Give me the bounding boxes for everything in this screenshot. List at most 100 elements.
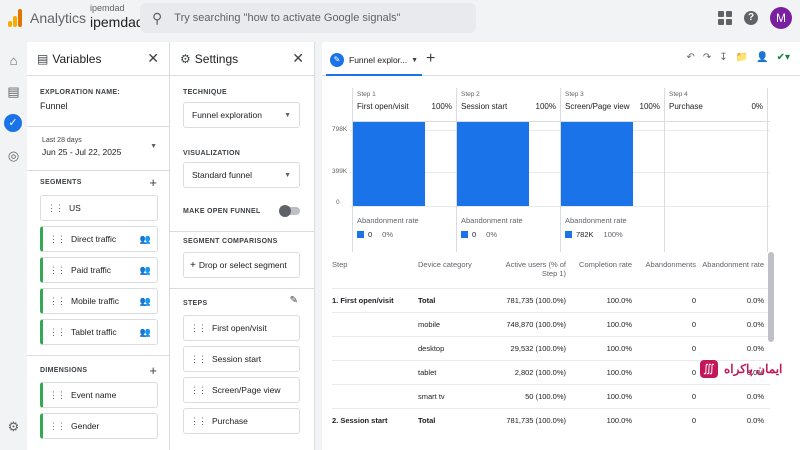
funnel-bar[interactable] [457, 122, 529, 206]
admin-gear-icon[interactable]: ⚙ [6, 419, 21, 434]
analytics-logo-icon[interactable] [8, 9, 22, 27]
drag-handle-icon[interactable]: ⋮⋮ [190, 385, 207, 396]
step-cell: 1. First open/visit [332, 287, 418, 312]
drag-handle-icon[interactable]: ⋮⋮ [190, 323, 207, 334]
table-scrollbar[interactable] [768, 252, 774, 342]
edit-pencil-icon[interactable]: ✎ [290, 295, 298, 306]
reports-icon[interactable]: ▤ [6, 84, 21, 99]
drag-handle-icon[interactable]: ⋮⋮ [49, 421, 66, 432]
add-tab-icon[interactable]: + [426, 50, 435, 68]
step-name: Purchase [669, 102, 703, 111]
close-icon[interactable]: ✕ [147, 50, 159, 67]
abandonments-cell: 0 [638, 359, 702, 384]
drag-handle-icon[interactable]: ⋮⋮ [49, 390, 66, 401]
canvas-toolbar: ↶ ↷ ↧ 📁 👤 ✔▾ [687, 52, 790, 63]
column-header[interactable]: Device category [418, 254, 500, 288]
active-users-cell: 781,735 (100.0%) [500, 407, 572, 432]
funnel-step-2[interactable]: Step 2 Session start 100% Abandonment ra… [456, 88, 560, 252]
completion-rate-cell: 100.0% [572, 311, 638, 336]
top-bar: Analytics ipemdad ipemdad ⚲ Try searchin… [0, 0, 800, 37]
undo-icon[interactable]: ↶ [687, 52, 695, 63]
table-row[interactable]: 1. First open/visit Total 781,735 (100.0%)… [332, 287, 770, 312]
table-row[interactable]: 2. Session start Total 781,735 (100.0%) 100… [332, 407, 770, 432]
dimension-chip-event-name[interactable]: ⋮⋮ Event name [40, 382, 158, 408]
exploration-name[interactable]: Funnel [40, 101, 120, 111]
step-chip-screen-page-view[interactable]: ⋮⋮ Screen/Page view [183, 377, 300, 403]
drag-handle-icon[interactable]: ⋮⋮ [190, 354, 207, 365]
drag-handle-icon[interactable]: ⋮⋮ [190, 416, 207, 427]
step-chip-session-start[interactable]: ⋮⋮ Session start [183, 346, 300, 372]
device-cell: desktop [418, 335, 500, 360]
abandonment-value: 782K 100% [565, 230, 623, 239]
chevron-down-icon[interactable]: ▼ [411, 57, 418, 64]
funnel-step-1[interactable]: Step 1 First open/visit 100% Abandonment… [352, 88, 456, 252]
apps-grid-icon[interactable] [718, 11, 732, 25]
add-segment-icon[interactable]: + [149, 175, 157, 190]
abandonments-cell: 0 [638, 383, 702, 408]
segment-chip-us[interactable]: ⋮⋮ US [40, 195, 158, 221]
download-icon[interactable]: ↧ [719, 52, 727, 63]
search-bar[interactable]: ⚲ Try searching "how to activate Google … [140, 3, 476, 33]
share-icon[interactable]: 👤 [756, 52, 768, 63]
open-funnel-toggle[interactable] [279, 205, 300, 217]
segments-list: ⋮⋮ US ⋮⋮ Direct traffic 👥 ⋮⋮ Paid traffic 👥 ⋮… [40, 195, 158, 345]
segment-chip-direct-traffic[interactable]: ⋮⋮ Direct traffic 👥 [40, 226, 158, 252]
close-icon[interactable]: ✕ [292, 50, 304, 67]
drag-handle-icon[interactable]: ⋮⋮ [49, 327, 66, 338]
drag-handle-icon[interactable]: ⋮⋮ [49, 296, 66, 307]
funnel-step-4[interactable]: Step 4 Purchase 0% [664, 88, 768, 252]
step-name: Screen/Page view [565, 102, 630, 111]
funnel-bar[interactable] [561, 122, 633, 206]
date-range-picker[interactable]: Last 28 days Jun 25 - Jul 22, 2025 ▼ [42, 137, 157, 157]
table-row[interactable]: desktop 29,532 (100.0%) 100.0% 0 0.0% [332, 335, 770, 360]
steps-list: ⋮⋮ First open/visit ⋮⋮ Session start ⋮⋮ Scr… [183, 315, 300, 434]
explore-icon[interactable]: ✓ [4, 114, 22, 132]
device-cell: Total [418, 287, 500, 312]
drag-handle-icon[interactable]: ⋮⋮ [49, 234, 66, 245]
dimension-chip-gender[interactable]: ⋮⋮ Gender [40, 413, 158, 439]
segment-chip-paid-traffic[interactable]: ⋮⋮ Paid traffic 👥 [40, 257, 158, 283]
visualization-select[interactable]: Standard funnel ▼ [183, 162, 300, 188]
funnel-step-3[interactable]: Step 3 Screen/Page view 100% Abandonment… [560, 88, 664, 252]
drag-handle-icon[interactable]: ⋮⋮ [47, 203, 64, 214]
tab-funnel-exploration[interactable]: ✎ Funnel explor... ▼ [326, 46, 422, 76]
step-chip-first-open-visit[interactable]: ⋮⋮ First open/visit [183, 315, 300, 341]
column-header[interactable]: Completion rate [572, 254, 638, 288]
redo-icon[interactable]: ↷ [703, 52, 711, 63]
step-chip-purchase[interactable]: ⋮⋮ Purchase [183, 408, 300, 434]
funnel-bar[interactable] [353, 122, 425, 206]
table-row[interactable]: mobile 748,870 (100.0%) 100.0% 0 0.0% [332, 311, 770, 336]
steps-label: STEPS [183, 300, 208, 307]
account-selector[interactable]: ipemdad ipemdad [90, 3, 144, 30]
avatar[interactable]: M [770, 7, 792, 29]
segment-chip-tablet-traffic[interactable]: ⋮⋮ Tablet traffic 👥 [40, 319, 158, 345]
help-icon[interactable]: ? [744, 11, 758, 25]
home-icon[interactable]: ⌂ [6, 53, 21, 68]
column-header[interactable]: Step [332, 254, 418, 288]
user-segment-icon: 👥 [139, 233, 151, 244]
settings-header: ⚙ Settings ✕ [170, 42, 314, 76]
column-header[interactable]: Active users (% of Step 1) [500, 254, 572, 288]
step-number: Step 1 [357, 91, 376, 98]
advertising-icon[interactable]: ◎ [6, 148, 21, 163]
technique-select[interactable]: Funnel exploration ▼ [183, 102, 300, 128]
check-status-icon[interactable]: ✔▾ [777, 52, 790, 63]
column-header[interactable]: Abandonment rate [702, 254, 770, 288]
segments-label: SEGMENTS [40, 179, 82, 186]
step-number: Step 3 [565, 91, 584, 98]
active-users-cell: 781,735 (100.0%) [500, 287, 572, 312]
drag-handle-icon[interactable]: ⋮⋮ [49, 265, 66, 276]
add-dimension-icon[interactable]: + [149, 363, 157, 378]
user-segment-icon: 👥 [139, 326, 151, 337]
column-header[interactable]: Abandonments [638, 254, 702, 288]
chevron-down-icon: ▼ [284, 111, 291, 119]
abandonments-cell: 0 [638, 407, 702, 432]
chevron-down-icon: ▼ [150, 143, 157, 150]
segment-chip-mobile-traffic[interactable]: ⋮⋮ Mobile traffic 👥 [40, 288, 158, 314]
table-row[interactable]: smart tv 50 (100.0%) 100.0% 0 0.0% [332, 383, 770, 408]
settings-gear-icon: ⚙ [180, 51, 191, 66]
segment-drop-zone[interactable]: + Drop or select segment [183, 252, 300, 278]
folder-icon[interactable]: 📁 [736, 52, 748, 63]
make-open-funnel-row: MAKE OPEN FUNNEL [183, 205, 300, 217]
y-tick-label: 0 [336, 199, 340, 206]
